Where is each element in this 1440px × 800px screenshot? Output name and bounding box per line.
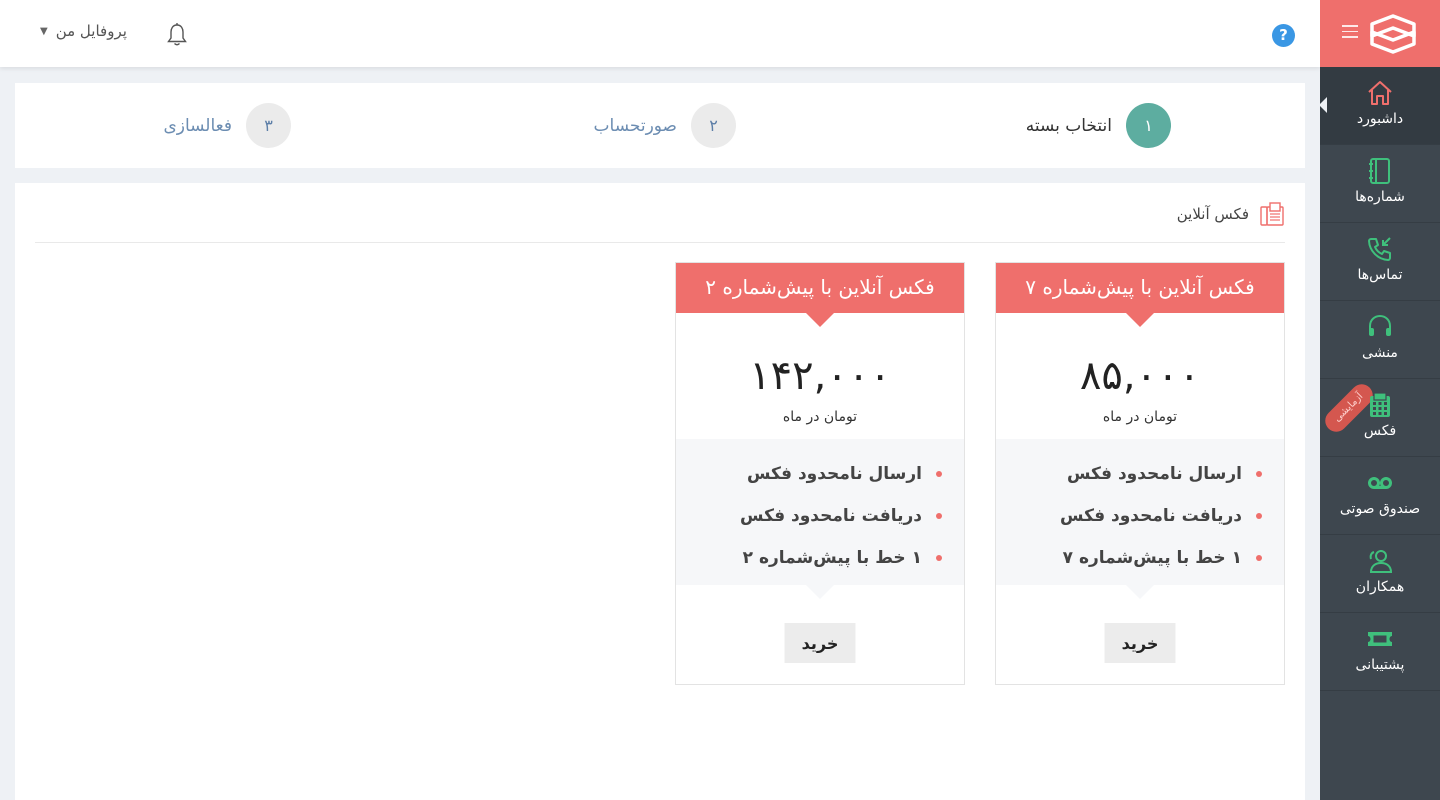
plan-period: تومان در ماه [782, 409, 858, 425]
users-icon [1369, 550, 1393, 573]
step-activation: ۳ فعالسازی [163, 103, 291, 148]
plan-card: فکس آنلاین با پیش‌شماره ۷ ۸۵,۰۰۰ تومان د… [995, 262, 1285, 685]
plan-features: ارسال نامحدود فکس دریافت نامحدود فکس ۱ خ… [676, 439, 964, 585]
sidebar-item-label: فکس [1363, 423, 1397, 439]
wizard-steps: ۱ انتخاب بسته ۲ صورتحساب ۳ فعالسازی [15, 83, 1305, 168]
sidebar-item-label: همکاران [1355, 579, 1405, 595]
step-label: فعالسازی [163, 115, 232, 136]
list-item: ارسال نامحدود فکس [996, 453, 1284, 495]
profile-label: پروفایل من [55, 22, 127, 40]
chevron-down-icon: ▼ [40, 25, 48, 37]
list-item: ۱ خط با پیش‌شماره ۲ [676, 537, 964, 579]
step-select-package: ۱ انتخاب بسته [1026, 103, 1171, 148]
sidebar-item-label: پشتیبانی [1355, 657, 1405, 673]
step-label: انتخاب بسته [1025, 115, 1112, 136]
divider [35, 242, 1285, 243]
feature-text: ارسال نامحدود فکس [746, 464, 922, 484]
sidebar-item-label: داشبورد [1356, 111, 1404, 127]
top-header: ▼ پروفایل من ? [0, 0, 1320, 67]
section-header: فکس آنلاین [1177, 201, 1285, 227]
sidebar-item-voicemail[interactable]: صندوق صوتی [1320, 457, 1440, 535]
feature-text: دریافت نامحدود فکس [740, 506, 922, 526]
list-item: دریافت نامحدود فکس [996, 495, 1284, 537]
bullet-icon [1256, 471, 1262, 477]
plan-price: ۸۵,۰۰۰ [1079, 353, 1201, 399]
feature-text: ۱ خط با پیش‌شماره ۷ [1062, 548, 1242, 568]
sidebar-item-fax[interactable]: آزمایشی فکس [1320, 379, 1440, 457]
buy-button[interactable]: خرید [784, 623, 856, 663]
notebook-icon [1369, 158, 1390, 184]
sidebar-item-calls[interactable]: تماس‌ها [1320, 223, 1440, 301]
feature-text: ۱ خط با پیش‌شماره ۲ [742, 548, 922, 568]
bullet-icon [936, 513, 942, 519]
bullet-icon [1256, 555, 1262, 561]
plan-period: تومان در ماه [1102, 409, 1178, 425]
sidebar-item-dashboard[interactable]: داشبورد [1319, 67, 1440, 145]
step-label: صورتحساب [593, 115, 677, 136]
bullet-icon [1256, 513, 1262, 519]
sidebar-item-label: صندوق صوتی [1339, 501, 1421, 517]
plan-title: فکس آنلاین با پیش‌شماره ۷ [996, 263, 1284, 313]
list-item: ارسال نامحدود فکس [676, 453, 964, 495]
sidebar-item-label: تماس‌ها [1357, 267, 1403, 283]
sidebar-item-label: شماره‌ها [1355, 189, 1405, 205]
step-number: ۲ [691, 103, 736, 148]
buy-button[interactable]: خرید [1104, 623, 1176, 663]
step-invoice: ۲ صورتحساب [594, 103, 736, 148]
feature-text: دریافت نامحدود فکس [1060, 506, 1242, 526]
sidebar: داشبورد شماره‌ها تماس‌ها منشی آزمایشی [1319, 0, 1440, 800]
plan-price: ۱۴۲,۰۰۰ [749, 353, 891, 399]
logo-icon[interactable] [1368, 14, 1418, 54]
voicemail-icon [1368, 477, 1392, 489]
headset-icon [1369, 314, 1391, 336]
home-icon [1368, 81, 1392, 105]
help-icon[interactable]: ? [1272, 24, 1295, 47]
plan-features: ارسال نامحدود فکس دریافت نامحدود فکس ۱ خ… [996, 439, 1284, 585]
brand-bar [1320, 0, 1440, 67]
list-item: ۱ خط با پیش‌شماره ۷ [996, 537, 1284, 579]
step-number: ۳ [246, 103, 291, 148]
fax-machine-icon [1260, 202, 1284, 226]
menu-icon[interactable] [1342, 25, 1358, 39]
sidebar-item-label: منشی [1362, 345, 1398, 361]
step-number: ۱ [1126, 103, 1171, 148]
list-item: دریافت نامحدود فکس [676, 495, 964, 537]
fax-icon [1370, 392, 1390, 417]
bullet-icon [936, 555, 942, 561]
plan-card: فکس آنلاین با پیش‌شماره ۲ ۱۴۲,۰۰۰ تومان … [675, 262, 965, 685]
sidebar-item-colleagues[interactable]: همکاران [1320, 535, 1440, 613]
sidebar-item-numbers[interactable]: شماره‌ها [1320, 145, 1440, 223]
sidebar-item-support[interactable]: پشتیبانی [1320, 613, 1440, 691]
ticket-icon [1368, 632, 1392, 646]
bell-icon[interactable] [165, 22, 189, 48]
bullet-icon [936, 471, 942, 477]
section-title: فکس آنلاین [1176, 205, 1249, 223]
profile-menu[interactable]: ▼ پروفایل من [40, 22, 127, 40]
main-panel: فکس آنلاین فکس آنلاین با پیش‌شماره ۷ ۸۵,… [15, 183, 1305, 800]
plan-title: فکس آنلاین با پیش‌شماره ۲ [676, 263, 964, 313]
feature-text: ارسال نامحدود فکس [1066, 464, 1242, 484]
phone-incoming-icon [1368, 237, 1391, 261]
sidebar-item-secretary[interactable]: منشی [1320, 301, 1440, 379]
